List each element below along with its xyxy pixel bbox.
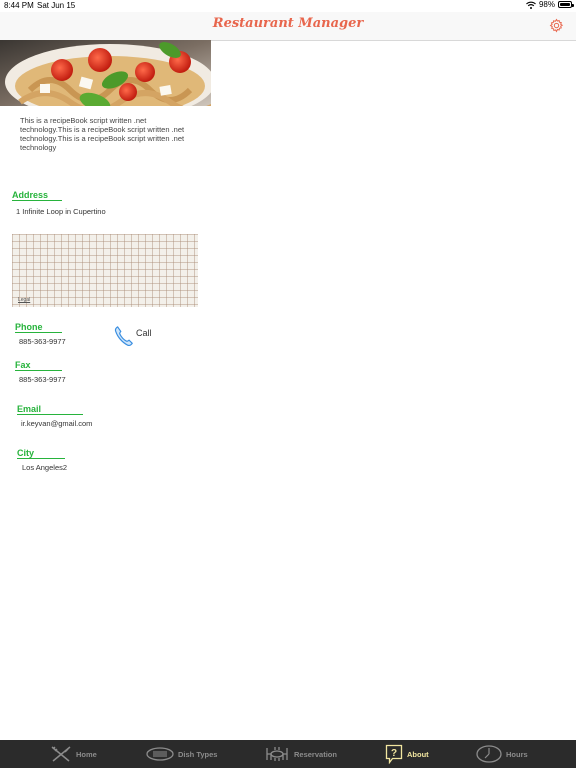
- svg-text:?: ?: [391, 748, 397, 759]
- tab-hours-label: Hours: [506, 749, 528, 759]
- tab-home[interactable]: Home: [50, 740, 97, 768]
- status-right: 98%: [526, 0, 574, 9]
- status-bar: 8:44 PM Sat Jun 15 98%: [0, 0, 576, 12]
- tab-reservation[interactable]: Reservation: [264, 740, 337, 768]
- tab-about-label: About: [407, 749, 429, 759]
- fork-knife-icon: [50, 745, 72, 763]
- city-label: City: [17, 448, 65, 459]
- phone-icon: [113, 325, 135, 347]
- city-value: Los Angeles2: [22, 463, 68, 472]
- plate-icon: [146, 746, 174, 762]
- restaurant-description: This is a recipeBook script written .net…: [20, 116, 185, 152]
- hero-food-image: [0, 40, 211, 106]
- wifi-icon: [526, 1, 536, 9]
- question-icon: ?: [385, 744, 403, 764]
- map-legal-link[interactable]: Legal: [18, 297, 30, 303]
- map-view[interactable]: Legal: [12, 234, 198, 307]
- tab-hours[interactable]: Hours: [476, 740, 528, 768]
- fax-label: Fax: [15, 360, 62, 371]
- battery-percent: 98%: [538, 0, 555, 9]
- battery-icon: [558, 1, 574, 8]
- address-label: Address: [12, 190, 62, 201]
- address-value: 1 Infinite Loop in Cupertino: [16, 207, 106, 216]
- email-label: Email: [17, 404, 83, 415]
- tab-dish-types-label: Dish Types: [178, 749, 218, 759]
- status-date: Sat Jun 15: [37, 1, 76, 10]
- tab-bar: Home Dish Types Reservation ? About Hour…: [0, 740, 576, 768]
- call-button[interactable]: Call: [113, 325, 152, 347]
- tab-reservation-label: Reservation: [294, 749, 337, 759]
- email-value[interactable]: ir.keyvan@gmail.com: [21, 419, 92, 428]
- clock-icon: [476, 745, 502, 763]
- gear-icon[interactable]: [549, 18, 564, 33]
- navigation-bar: Restaurant Manager: [0, 12, 576, 41]
- call-button-label: Call: [136, 328, 152, 338]
- tab-about[interactable]: ? About: [385, 740, 429, 768]
- phone-label: Phone: [15, 322, 62, 333]
- fax-value: 885-363-9977: [19, 375, 66, 384]
- dining-table-icon: [264, 745, 290, 763]
- tab-home-label: Home: [76, 749, 97, 759]
- battery-fill: [560, 3, 570, 6]
- phone-value: 885-363-9977: [19, 337, 66, 346]
- tab-dish-types[interactable]: Dish Types: [146, 740, 217, 768]
- status-time: 8:44 PM: [4, 1, 34, 10]
- page-title: Restaurant Manager: [212, 16, 364, 31]
